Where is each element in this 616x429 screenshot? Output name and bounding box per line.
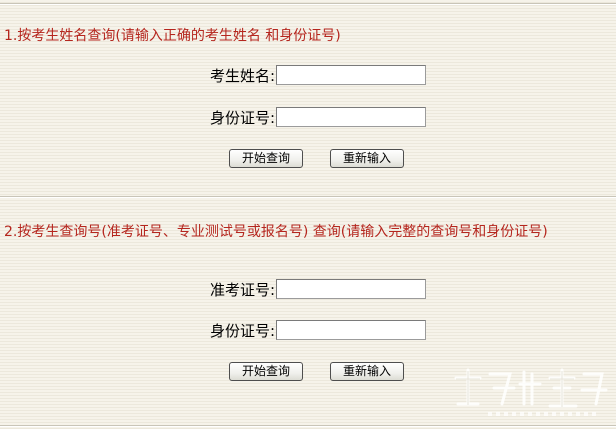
ticket-input[interactable] [276,279,426,299]
section2-title: 2.按考生查询号(准考证号、专业测试号或报名号) 查询(请输入完整的查询号和身份… [4,224,548,240]
name-input[interactable] [276,65,426,85]
watermark-logo [450,364,610,424]
search-button-1[interactable]: 开始查询 [229,149,303,168]
name-row: 考生姓名: [0,65,616,89]
section-divider [0,196,616,198]
reset-button-2[interactable]: 重新输入 [330,362,404,381]
id-input-1[interactable] [276,107,426,127]
ticket-row: 准考证号: [0,279,616,303]
bottom-divider [0,425,616,427]
name-label: 考生姓名: [209,67,275,85]
watermark-graphic [454,368,608,416]
id-row-1: 身份证号: [0,107,616,131]
id-label-2: 身份证号: [209,322,275,340]
top-divider [0,3,616,5]
id-input-2[interactable] [276,320,426,340]
id-row-2: 身份证号: [0,320,616,344]
reset-button-1[interactable]: 重新输入 [330,149,404,168]
section1-title: 1.按考生姓名查询(请输入正确的考生姓名 和身份证号) [4,28,341,44]
id-label-1: 身份证号: [209,109,275,127]
ticket-label: 准考证号: [209,281,275,299]
search-button-2[interactable]: 开始查询 [229,362,303,381]
